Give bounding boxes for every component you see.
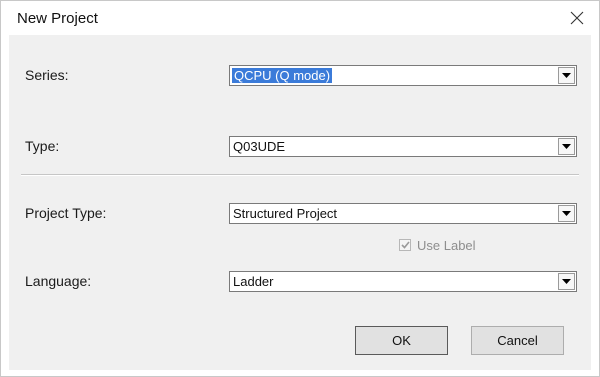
- series-label: Series:: [25, 67, 69, 83]
- project-type-value: Structured Project: [233, 206, 338, 221]
- project-type-label: Project Type:: [25, 205, 107, 221]
- title-bar: New Project: [1, 1, 599, 35]
- project-type-dropdown[interactable]: Structured Project: [229, 203, 577, 224]
- type-dropdown-arrow[interactable]: [558, 138, 575, 155]
- close-button[interactable]: [555, 1, 599, 35]
- checkbox-box[interactable]: [399, 239, 411, 251]
- type-label: Type:: [25, 138, 60, 154]
- chevron-down-icon: [562, 72, 571, 78]
- language-dropdown[interactable]: Ladder: [229, 271, 577, 292]
- language-dropdown-arrow[interactable]: [558, 273, 575, 290]
- dialog-title: New Project: [17, 10, 98, 27]
- checkmark-icon: [400, 241, 410, 249]
- chevron-down-icon: [562, 278, 571, 284]
- separator: [21, 174, 579, 176]
- new-project-dialog: New Project Series: QCPU (Q mode) Type: …: [0, 0, 600, 377]
- chevron-down-icon: [562, 143, 571, 149]
- ok-button[interactable]: OK: [355, 326, 448, 355]
- type-value: Q03UDE: [233, 139, 286, 154]
- series-value: QCPU (Q mode): [232, 68, 333, 83]
- series-dropdown[interactable]: QCPU (Q mode): [229, 65, 577, 86]
- dialog-body: Series: QCPU (Q mode) Type: Q03UDE Proje…: [9, 35, 591, 370]
- use-label-text: Use Label: [417, 237, 476, 253]
- chevron-down-icon: [562, 210, 571, 216]
- language-label: Language:: [25, 273, 92, 289]
- close-icon: [570, 11, 584, 25]
- project-type-dropdown-arrow[interactable]: [558, 205, 575, 222]
- type-dropdown[interactable]: Q03UDE: [229, 136, 577, 157]
- use-label-checkbox[interactable]: Use Label: [399, 237, 476, 253]
- language-value: Ladder: [233, 274, 274, 289]
- series-dropdown-arrow[interactable]: [558, 67, 575, 84]
- cancel-button[interactable]: Cancel: [471, 326, 564, 355]
